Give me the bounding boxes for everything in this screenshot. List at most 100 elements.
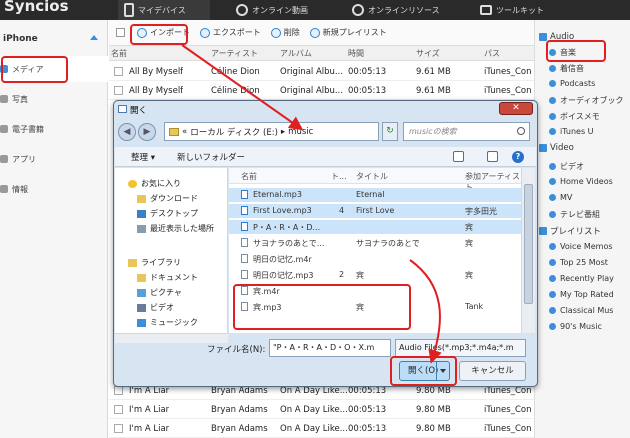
playlist-item[interactable]: My Top Rated [549,290,614,299]
playlist-gear-icon [549,275,556,282]
tree-horizontal-scrollbar[interactable] [115,333,228,343]
playlist-item[interactable]: Voice Memos [549,242,613,251]
mv-icon [549,194,556,201]
file-row[interactable]: 明日の记忆.mp3 2 宾 宾 [229,268,521,282]
close-button[interactable]: ✕ [499,102,533,115]
filetype-select[interactable]: Audio Files(*.mp3;*.m4a;*.m [395,339,526,357]
tab-online-resources[interactable]: オンラインリソース [352,0,440,20]
file-row[interactable]: P・A・R・A・D... 宾 [229,220,521,234]
tab-my-device[interactable]: マイデバイス [118,0,210,20]
playlist-gear-icon [549,291,556,298]
table-row[interactable]: All By Myself Céline Dion Original Albu.… [109,63,534,81]
file-row[interactable]: Eternal.mp3 Eternal [229,188,521,202]
tree-desktop[interactable]: デスクトップ [137,208,198,219]
playlist-item[interactable]: 90's Music [549,322,602,331]
playlist-item[interactable]: Classical Mus [549,306,613,315]
search-input[interactable]: musicの検索 [403,122,530,141]
tree-music[interactable]: ミュージック [137,317,198,328]
export-icon [200,27,210,38]
col-track[interactable]: ト... [331,171,347,182]
cancel-button[interactable]: キャンセル [459,361,526,381]
refresh-icon[interactable]: ↻ [382,122,398,141]
cell-size: 9.61 MB [416,85,451,96]
forward-icon[interactable]: ▶ [138,123,156,141]
category-mv[interactable]: MV [549,193,572,202]
row-checkbox[interactable] [114,386,123,395]
tab-online-video[interactable]: オンライン動画 [236,0,308,20]
tree-recent-places[interactable]: 最近表示した場所 [137,223,214,234]
new-folder-button[interactable]: 新しいフォルダー [177,151,245,163]
cell-time: 00:05:13 [348,404,387,415]
sidebar-item-photos[interactable]: 写真 [0,86,108,112]
device-name: iPhone [3,34,38,44]
file-row[interactable]: 明日の记忆.m4r [229,252,521,266]
file-row[interactable]: サヨナラのあとで... サヨナラのあとで 宾 [229,236,521,250]
cell-path: iTunes_Con [484,66,532,77]
col-name[interactable]: 名前 [111,46,127,60]
file-list-scrollbar[interactable] [521,168,535,333]
category-itunes-u[interactable]: iTunes U [549,127,594,136]
col-artist[interactable]: アーティスト [211,46,258,60]
category-home-videos[interactable]: Home Videos [549,177,613,186]
category-voice-memos[interactable]: ボイスメモ [549,111,600,122]
row-checkbox[interactable] [114,424,123,433]
col-size[interactable]: サイズ [416,46,440,60]
bell-icon [549,65,556,72]
playlist-gear-icon [549,307,556,314]
table-row[interactable]: I'm A Liar Bryan Adams On A Day Like... … [109,401,534,419]
row-checkbox[interactable] [114,86,123,95]
filename-input[interactable]: "P・A・R・A・D・O・X.m [269,339,391,357]
organize-button[interactable]: 整理 ▾ [131,151,155,163]
info-icon [0,185,8,193]
filename-label: ファイル名(N): [207,345,266,355]
tree-documents[interactable]: ドキュメント [137,272,198,283]
recent-places-icon [137,224,146,233]
help-icon[interactable]: ? [512,151,524,163]
search-icon [517,127,525,135]
eject-icon[interactable] [90,35,98,40]
tree-videos[interactable]: ビデオ [137,302,174,313]
row-checkbox[interactable] [114,405,123,414]
videos-icon [137,303,146,312]
tree-libraries[interactable]: ライブラリ [128,257,181,268]
playlist-item[interactable]: Recently Play [549,274,614,283]
preview-pane-icon[interactable] [487,151,498,162]
sidebar-item-ebooks[interactable]: 電子書籍 [0,116,108,142]
tree-pictures[interactable]: ピクチャ [137,287,182,298]
category-videos[interactable]: ビデオ [549,161,584,172]
export-button[interactable]: エクスポート [200,27,261,38]
file-row[interactable]: First Love.mp3 4 First Love 宇多田光 [229,204,521,218]
sidebar-item-apps[interactable]: アプリ [0,146,108,172]
highlight-media [1,56,68,83]
col-path[interactable]: パス [484,46,500,60]
col-title[interactable]: タイトル [356,171,388,182]
category-audiobooks[interactable]: オーディオブック [549,95,623,106]
category-podcasts[interactable]: Podcasts [549,79,595,88]
tab-toolkit[interactable]: ツールキット [480,0,544,20]
delete-button[interactable]: 削除 [270,27,300,38]
path-breadcrumb[interactable]: « ローカル ディスク (E:) ▸ music [164,122,379,141]
library-icon [128,258,137,267]
scrollbar-thumb[interactable] [524,184,533,304]
documents-icon [137,273,146,282]
view-options-icon[interactable] [453,151,464,162]
tree-downloads[interactable]: ダウンロード [137,193,198,204]
table-row[interactable]: I'm A Liar Bryan Adams On A Day Like... … [109,420,534,438]
col-time[interactable]: 時間 [348,46,364,60]
playlist-item[interactable]: Top 25 Most [549,258,608,267]
category-ringtones[interactable]: 着信音 [549,63,584,74]
tree-favorites[interactable]: お気に入り [128,178,181,189]
cell-album: On A Day Like... [280,423,348,434]
dialog-title: 開く [130,106,148,116]
audio-file-icon [241,190,248,199]
select-all-checkbox[interactable] [116,28,125,37]
audiobook-icon [549,97,556,104]
row-checkbox[interactable] [114,67,123,76]
sidebar-item-info[interactable]: 情報 [0,176,108,202]
new-playlist-button[interactable]: 新規プレイリスト [309,27,387,38]
category-tv-shows[interactable]: テレビ番組 [549,209,600,220]
back-icon[interactable]: ◀ [118,123,136,141]
col-album[interactable]: アルバム [280,46,312,60]
col-file-name[interactable]: 名前 [241,171,257,182]
table-row[interactable]: All By Myself Céline Dion Original Albu.… [109,82,534,100]
